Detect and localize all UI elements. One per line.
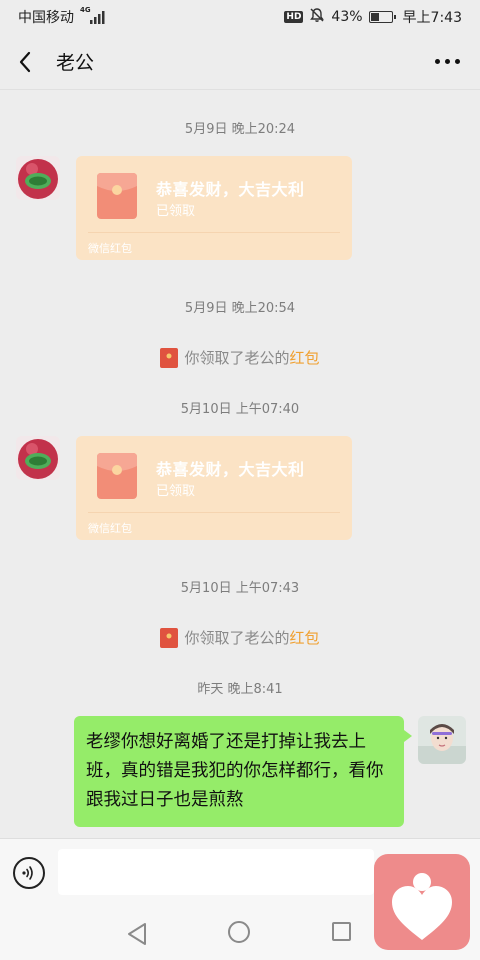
divider (88, 232, 340, 233)
voice-icon (22, 866, 33, 880)
red-packet-footer: 微信红包 (88, 242, 132, 255)
avatar-husband[interactable] (16, 156, 60, 200)
network-label: 4G (80, 6, 91, 14)
red-packet-title: 恭喜发财，大吉大利 (156, 180, 305, 199)
chat-header: 老公 (0, 34, 480, 90)
red-packet-icon (97, 173, 137, 219)
red-packet-icon (97, 453, 137, 499)
red-packet-status: 已领取 (156, 204, 196, 219)
status-right: HD 43% 早上7:43 (284, 7, 462, 27)
nav-back-icon[interactable] (126, 922, 148, 946)
red-packet-link[interactable]: 红包 (290, 347, 320, 368)
chat-area[interactable]: 5月9日 晚上20:24 恭喜发财，大吉大利 已领取 微信红包 5月9日 晚上2… (0, 90, 480, 838)
system-message: 你领取了老公的 红包 (0, 347, 480, 368)
timestamp: 5月10日 上午07:43 (180, 581, 300, 596)
status-bar: 中国移动 4G HD 43% 早上7:43 (0, 0, 480, 34)
battery-fill (370, 13, 379, 21)
red-packet-title: 恭喜发财，大吉大利 (156, 460, 305, 479)
avatar-husband[interactable] (16, 436, 60, 480)
timestamp: 5月10日 上午07:40 (180, 402, 300, 417)
divider (88, 512, 340, 513)
outgoing-message-bubble[interactable]: 老缪你想好离婚了还是打掉让我去上班，真的错是我犯的你怎样都行，看你跟我过日子也是… (74, 716, 412, 827)
back-arrow-icon (19, 51, 31, 72)
red-packet-icon (160, 347, 179, 368)
chat-title: 老公 (56, 52, 95, 74)
avatar-self[interactable] (418, 716, 466, 764)
message-input[interactable] (58, 849, 374, 895)
heart-logo-icon (392, 873, 452, 940)
carrier-label: 中国移动 (18, 10, 74, 26)
status-left: 中国移动 4G (18, 6, 106, 27)
red-packet-link[interactable]: 红包 (290, 627, 320, 648)
nav-recent-icon[interactable] (332, 922, 351, 941)
timestamp: 昨天 晚上8:41 (197, 682, 283, 697)
red-packet-status: 已领取 (156, 484, 196, 499)
clock: 早上7:43 (402, 10, 462, 26)
more-dots-icon (435, 59, 440, 64)
timestamp: 5月9日 晚上20:54 (184, 301, 296, 316)
more-dot (455, 59, 460, 64)
system-message-text: 你领取了老公的 (184, 349, 290, 367)
more-dot (445, 59, 450, 64)
battery-percent: 43% (331, 9, 363, 25)
red-packet-card[interactable]: 恭喜发财，大吉大利 已领取 微信红包 (76, 436, 352, 540)
timestamp: 5月9日 晚上20:24 (184, 122, 296, 137)
mute-bell-icon (309, 7, 325, 27)
system-message: 你领取了老公的 红包 (0, 627, 480, 648)
red-packet-card[interactable]: 恭喜发财，大吉大利 已领取 微信红包 (76, 156, 352, 260)
app-logo (374, 854, 470, 950)
hd-badge: HD (284, 11, 304, 23)
red-packet-icon (160, 627, 179, 648)
signal-icon: 4G (80, 6, 106, 24)
more-options-button[interactable] (433, 53, 462, 70)
red-packet-footer: 微信红包 (88, 522, 132, 535)
voice-button[interactable] (13, 857, 45, 889)
nav-home-icon[interactable] (228, 921, 250, 943)
back-button[interactable] (18, 48, 38, 76)
system-message-text: 你领取了老公的 (184, 629, 290, 647)
battery-icon (368, 11, 396, 23)
